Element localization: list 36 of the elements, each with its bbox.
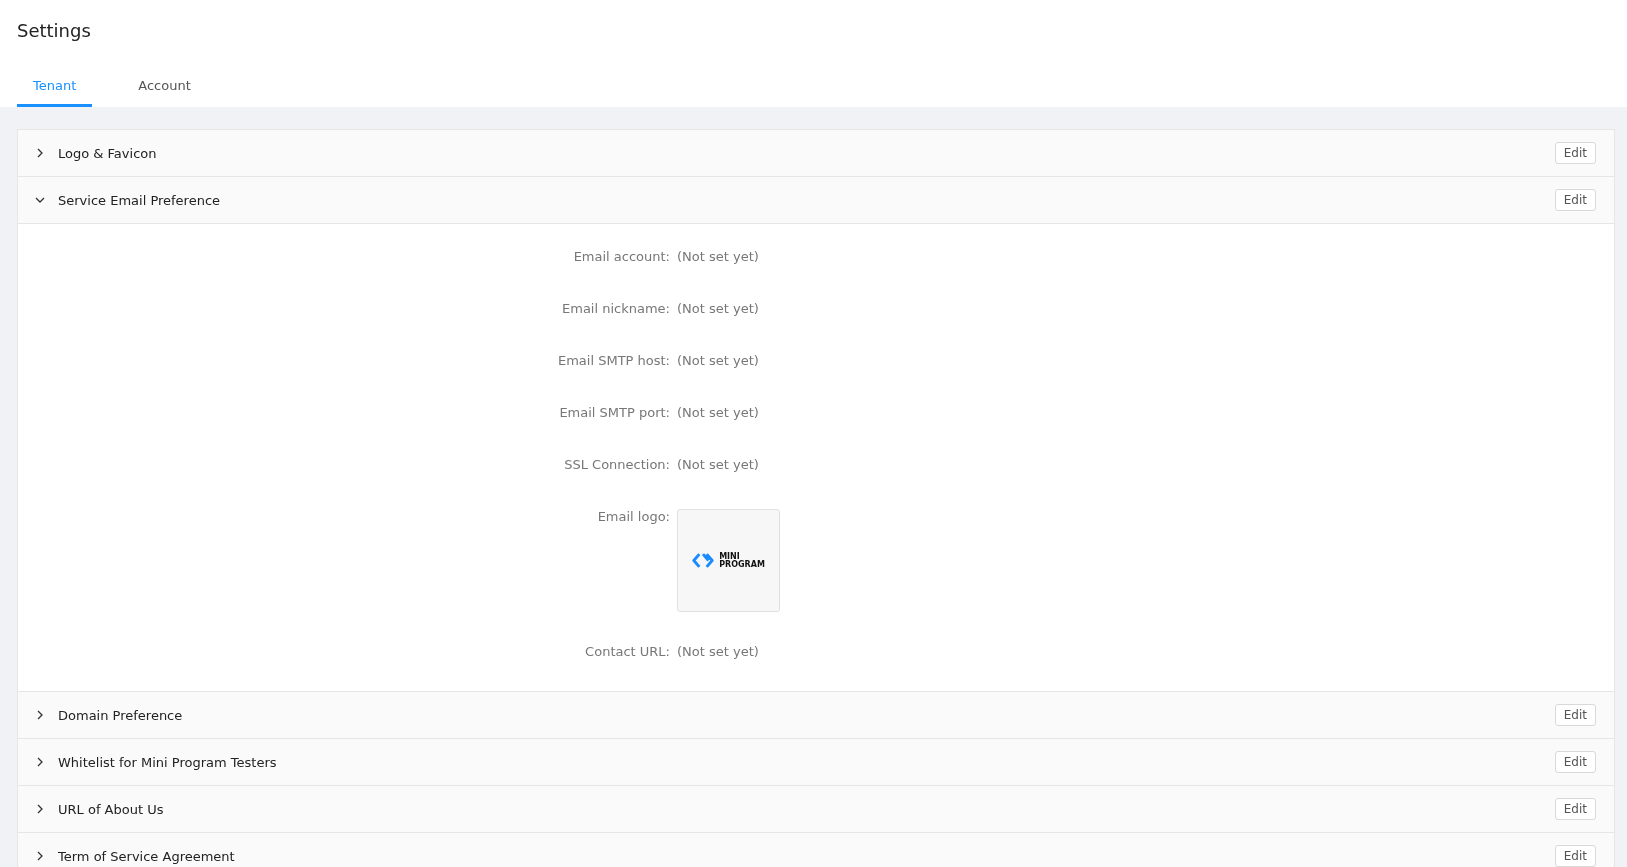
- field-label: Email SMTP port:: [558, 405, 671, 420]
- brackets-logo-icon: [692, 553, 715, 568]
- section-header[interactable]: Logo & Favicon Edit: [18, 130, 1614, 176]
- field-value: (Not set yet): [677, 249, 759, 264]
- section-header[interactable]: URL of About Us Edit: [18, 786, 1614, 832]
- field-value: (Not set yet): [677, 405, 759, 420]
- edit-button[interactable]: Edit: [1554, 704, 1596, 726]
- section-header[interactable]: Domain Preference Edit: [18, 692, 1614, 738]
- field-value: (Not set yet): [677, 301, 759, 316]
- section-header[interactable]: Service Email Preference Edit: [18, 177, 1614, 223]
- field-label: Contact URL:: [584, 644, 671, 659]
- section-header[interactable]: Term of Service Agreement Edit: [18, 833, 1614, 867]
- field-label: Email account:: [572, 249, 671, 264]
- section-title: Term of Service Agreement: [58, 848, 236, 864]
- section-title: Logo & Favicon: [58, 145, 158, 161]
- field-value: (Not set yet): [677, 353, 759, 368]
- edit-button[interactable]: Edit: [1554, 189, 1596, 211]
- field-label: Email nickname:: [561, 301, 671, 316]
- logo-text: PROGRAM: [719, 560, 765, 569]
- section-title: URL of About Us: [58, 801, 165, 817]
- field-value: (Not set yet): [677, 457, 759, 472]
- section-title: Whitelist for Mini Program Testers: [58, 754, 278, 770]
- edit-button[interactable]: Edit: [1554, 845, 1596, 867]
- section-title: Domain Preference: [58, 707, 184, 723]
- edit-button[interactable]: Edit: [1554, 751, 1596, 773]
- field-label: Email SMTP host:: [556, 353, 671, 368]
- field-label: Email logo:: [596, 509, 671, 524]
- edit-button[interactable]: Edit: [1554, 798, 1596, 820]
- section-header[interactable]: Whitelist for Mini Program Testers Edit: [18, 739, 1614, 785]
- tab[interactable]: Account: [122, 78, 207, 107]
- page-title: Settings: [17, 19, 92, 43]
- section-title: Service Email Preference: [58, 192, 222, 208]
- field-label: SSL Connection:: [563, 457, 671, 472]
- logo-text: MINI: [719, 552, 740, 561]
- field-value: (Not set yet): [677, 644, 759, 659]
- edit-button[interactable]: Edit: [1554, 142, 1596, 164]
